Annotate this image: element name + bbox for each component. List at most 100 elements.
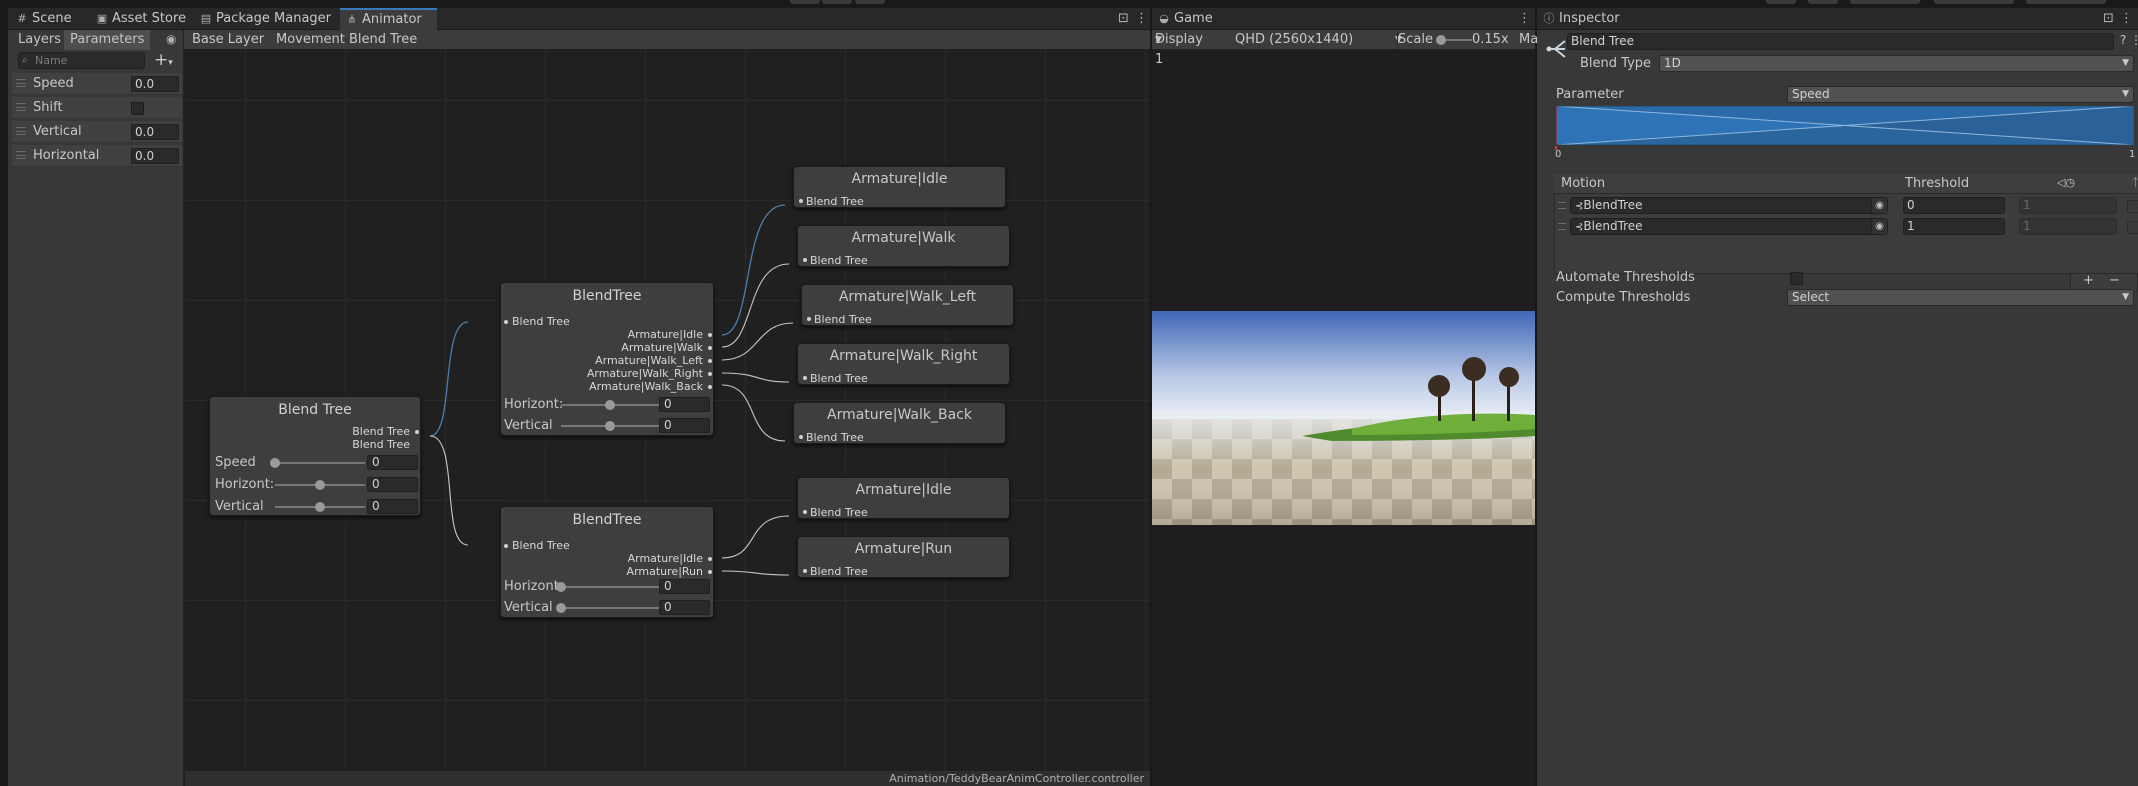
tab-asset-store[interactable]: ▣ Asset Store <box>90 8 190 30</box>
slider-knob[interactable] <box>270 458 280 468</box>
input-port[interactable] <box>504 544 508 548</box>
kebab-menu-icon[interactable]: ⋮ <box>2130 33 2138 47</box>
kebab-menu-icon[interactable]: ⋮ <box>2120 8 2133 30</box>
add-parameter-button[interactable]: +▾ <box>154 50 173 73</box>
mirror-checkbox[interactable] <box>2127 221 2138 234</box>
animator-graph-canvas[interactable]: Blend Tree Blend Tree Blend Tree Speed 0… <box>185 50 1150 781</box>
blend-type-dropdown[interactable]: 1D ▼ <box>1659 55 2134 72</box>
lock-icon[interactable]: ⊡ <box>1118 8 1129 30</box>
slider-knob[interactable] <box>315 480 325 490</box>
parameter-dropdown[interactable]: Speed ▼ <box>1787 86 2134 103</box>
parameter-row-shift[interactable]: Shift <box>12 97 182 119</box>
parameter-value-field[interactable]: 0.0 <box>131 76 179 92</box>
kebab-menu-icon[interactable]: ⋮ <box>1135 8 1148 30</box>
output-port[interactable] <box>415 430 419 434</box>
search-input[interactable]: ⌕ Name <box>18 52 145 69</box>
drag-handle-icon[interactable] <box>16 127 26 135</box>
tab-layers[interactable]: Layers <box>12 30 67 50</box>
input-port[interactable] <box>803 376 807 380</box>
output-port[interactable] <box>708 346 712 350</box>
slider-value-field[interactable]: 0 <box>659 418 710 433</box>
toolbar-button[interactable] <box>1850 0 1920 4</box>
slider-knob[interactable] <box>556 603 566 613</box>
blend-tree-node-run[interactable]: BlendTree Blend Tree Armature|Idle Armat… <box>500 506 714 618</box>
slider-knob[interactable] <box>315 502 325 512</box>
drag-handle-icon[interactable] <box>1558 202 1566 209</box>
motion-object-field[interactable]: ⊰BlendTree ◉ <box>1570 197 1888 214</box>
motion-row[interactable]: ⊰BlendTree ◉ 0 1 <box>1554 195 2138 216</box>
breadcrumb-base-layer[interactable]: Base Layer <box>192 30 264 50</box>
tab-animator[interactable]: ⋔ Animator <box>340 8 437 30</box>
slider-track[interactable] <box>561 607 659 609</box>
output-port[interactable] <box>708 385 712 389</box>
parameter-row-speed[interactable]: Speed 0.0 <box>12 73 182 95</box>
blend-graph[interactable] <box>1555 105 2135 146</box>
compute-thresholds-dropdown[interactable]: Select ▼ <box>1787 289 2134 306</box>
parameter-row-vertical[interactable]: Vertical 0.0 <box>12 121 182 143</box>
motion-node-run[interactable]: Armature|Run Blend Tree <box>797 536 1010 578</box>
slider-value-field[interactable]: 0 <box>659 397 710 412</box>
slider-value-field[interactable]: 0 <box>367 455 418 470</box>
input-port[interactable] <box>803 258 807 262</box>
motion-node-walk-left[interactable]: Armature|Walk_Left Blend Tree <box>801 284 1014 326</box>
game-viewport[interactable] <box>1152 311 1535 525</box>
toolbar-button[interactable] <box>1934 0 2014 4</box>
slider-knob[interactable] <box>605 421 615 431</box>
object-picker-icon[interactable]: ◉ <box>1871 198 1887 213</box>
slider-track[interactable] <box>275 462 365 464</box>
toolbar-button[interactable] <box>2026 0 2106 4</box>
input-port[interactable] <box>799 435 803 439</box>
toolbar-button[interactable] <box>855 0 885 4</box>
mirror-icon[interactable]: ᛏ <box>2132 176 2138 189</box>
toolbar-button[interactable] <box>790 0 820 4</box>
tab-parameters[interactable]: Parameters <box>64 30 151 50</box>
drag-handle-icon[interactable] <box>1558 223 1566 230</box>
motion-node-walk-back[interactable]: Armature|Walk_Back Blend Tree <box>793 402 1006 444</box>
root-blend-tree-node[interactable]: Blend Tree Blend Tree Blend Tree Speed 0… <box>209 396 421 516</box>
input-port[interactable] <box>803 569 807 573</box>
threshold-field[interactable]: 1 <box>1903 218 2005 235</box>
scale-slider-knob[interactable] <box>1436 35 1446 45</box>
threshold-field[interactable]: 0 <box>1903 197 2005 214</box>
slider-knob[interactable] <box>556 582 566 592</box>
output-port[interactable] <box>708 372 712 376</box>
kebab-menu-icon[interactable]: ⋮ <box>1518 8 1531 30</box>
toolbar-button[interactable] <box>1808 0 1838 4</box>
speed-clock-icon[interactable]: ◁◷ <box>2057 176 2075 189</box>
breadcrumb-current[interactable]: Movement Blend Tree <box>276 30 417 50</box>
drag-handle-icon[interactable] <box>16 79 26 87</box>
drag-handle-icon[interactable] <box>16 151 26 159</box>
add-motion-button[interactable]: + <box>2083 273 2094 288</box>
motion-node-idle[interactable]: Armature|Idle Blend Tree <box>793 166 1006 208</box>
output-port[interactable] <box>708 570 712 574</box>
drag-handle-icon[interactable] <box>16 103 26 111</box>
eye-icon[interactable]: ◉ <box>166 32 176 46</box>
input-port[interactable] <box>807 317 811 321</box>
parameter-value-field[interactable]: 0.0 <box>131 124 179 140</box>
lock-icon[interactable]: ⊡ <box>2103 8 2114 30</box>
input-port[interactable] <box>504 320 508 324</box>
toolbar-button[interactable] <box>1766 0 1796 4</box>
slider-value-field[interactable]: 0 <box>367 499 418 514</box>
motion-object-field[interactable]: ⊰BlendTree ◉ <box>1570 218 1888 235</box>
tab-inspector[interactable]: ⓘ Inspector <box>1537 8 1633 30</box>
object-name-field[interactable]: Blend Tree <box>1567 33 2114 50</box>
input-port[interactable] <box>803 510 807 514</box>
parameter-checkbox[interactable] <box>131 102 144 115</box>
tab-package-manager[interactable]: ▤ Package Manager <box>194 8 340 30</box>
parameter-row-horizontal[interactable]: Horizontal 0.0 <box>12 145 182 167</box>
mirror-checkbox[interactable] <box>2127 200 2138 213</box>
slider-value-field[interactable]: 0 <box>659 579 710 594</box>
slider-knob[interactable] <box>605 400 615 410</box>
motion-node-idle[interactable]: Armature|Idle Blend Tree <box>797 477 1010 519</box>
slider-value-field[interactable]: 0 <box>367 477 418 492</box>
blend-tree-node-walk[interactable]: BlendTree Blend Tree Armature|Idle Armat… <box>500 282 714 436</box>
tab-scene[interactable]: # Scene <box>10 8 78 30</box>
toolbar-button[interactable] <box>822 0 852 4</box>
motion-node-walk-right[interactable]: Armature|Walk_Right Blend Tree <box>797 343 1010 385</box>
object-picker-icon[interactable]: ◉ <box>1871 219 1887 234</box>
slider-track[interactable] <box>561 586 659 588</box>
parameter-value-field[interactable]: 0.0 <box>131 148 179 164</box>
automate-thresholds-checkbox[interactable] <box>1790 272 1803 285</box>
motion-node-walk[interactable]: Armature|Walk Blend Tree <box>797 225 1010 267</box>
